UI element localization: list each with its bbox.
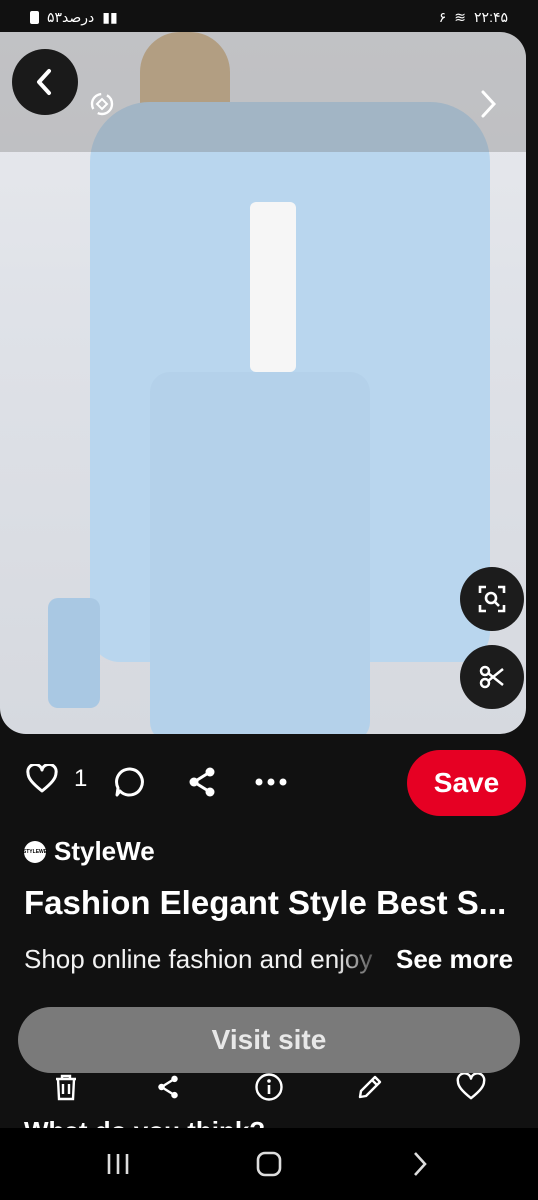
- home-icon: [256, 1151, 282, 1177]
- chevron-right-icon: [481, 90, 497, 118]
- image-top-overlay: [0, 32, 526, 152]
- network-indicator: ۶: [438, 9, 447, 25]
- battery-percent: ۵۳درصد: [47, 9, 95, 25]
- trash-icon: [56, 1074, 76, 1101]
- like-action[interactable]: 1: [26, 764, 87, 794]
- clock: ۲۲:۴۵: [474, 9, 508, 25]
- heart-icon: [26, 764, 58, 793]
- visual-search-button[interactable]: [460, 567, 524, 631]
- like-count: 1: [74, 765, 88, 792]
- brand-logo: STYLEWE: [23, 840, 47, 863]
- recent-apps-icon: [107, 1154, 129, 1174]
- status-left: ۵۳درصد ▮▮: [30, 9, 118, 26]
- image-clutch: [48, 598, 100, 708]
- back-nav-button[interactable]: [400, 1146, 440, 1182]
- system-navigation-bar: [0, 1128, 538, 1200]
- pencil-icon: [358, 1075, 382, 1099]
- chevron-right-icon: [414, 1152, 427, 1176]
- pin-description: Shop online fashion and enjoy: [24, 944, 373, 974]
- rotate-icon: [90, 92, 114, 116]
- back-button[interactable]: [12, 49, 78, 115]
- comment-icon: [115, 767, 144, 797]
- next-image-button[interactable]: [474, 88, 502, 120]
- comment-button[interactable]: [114, 766, 146, 798]
- brand-name: StyleWe: [54, 836, 155, 866]
- share-icon: [158, 1075, 178, 1099]
- image-top: [250, 202, 296, 372]
- share-icon: [189, 767, 215, 797]
- pin-title: Fashion Elegant Style Best S...: [24, 884, 507, 921]
- save-button[interactable]: Save: [407, 750, 526, 816]
- image-pants: [150, 372, 370, 734]
- rotate-button[interactable]: [86, 88, 118, 120]
- share-button[interactable]: [186, 766, 218, 798]
- battery-icon: [30, 11, 39, 24]
- status-right: ۶ ≋ ۲۲:۴۵: [439, 9, 508, 26]
- wifi-icon: ≋: [454, 9, 467, 25]
- home-button[interactable]: [249, 1146, 289, 1182]
- signal-icon: ▮▮: [102, 9, 118, 25]
- pin-image[interactable]: [0, 32, 526, 734]
- status-bar: ۵۳درصد ▮▮ ۶ ≋ ۲۲:۴۵: [0, 0, 538, 34]
- visual-search-icon: [478, 585, 506, 613]
- more-options-button[interactable]: [254, 772, 288, 792]
- scissors-icon: [479, 665, 504, 689]
- info-icon: [255, 1073, 283, 1101]
- chevron-left-icon: [37, 69, 51, 95]
- more-icon: [255, 778, 287, 786]
- heart-icon: [456, 1073, 486, 1100]
- see-more-link[interactable]: See more: [396, 944, 513, 975]
- visit-site-button[interactable]: Visit site: [18, 1007, 520, 1073]
- pin-author[interactable]: STYLEWE StyleWe: [23, 836, 155, 867]
- crop-button[interactable]: [460, 645, 524, 709]
- recent-apps-button[interactable]: [98, 1146, 138, 1182]
